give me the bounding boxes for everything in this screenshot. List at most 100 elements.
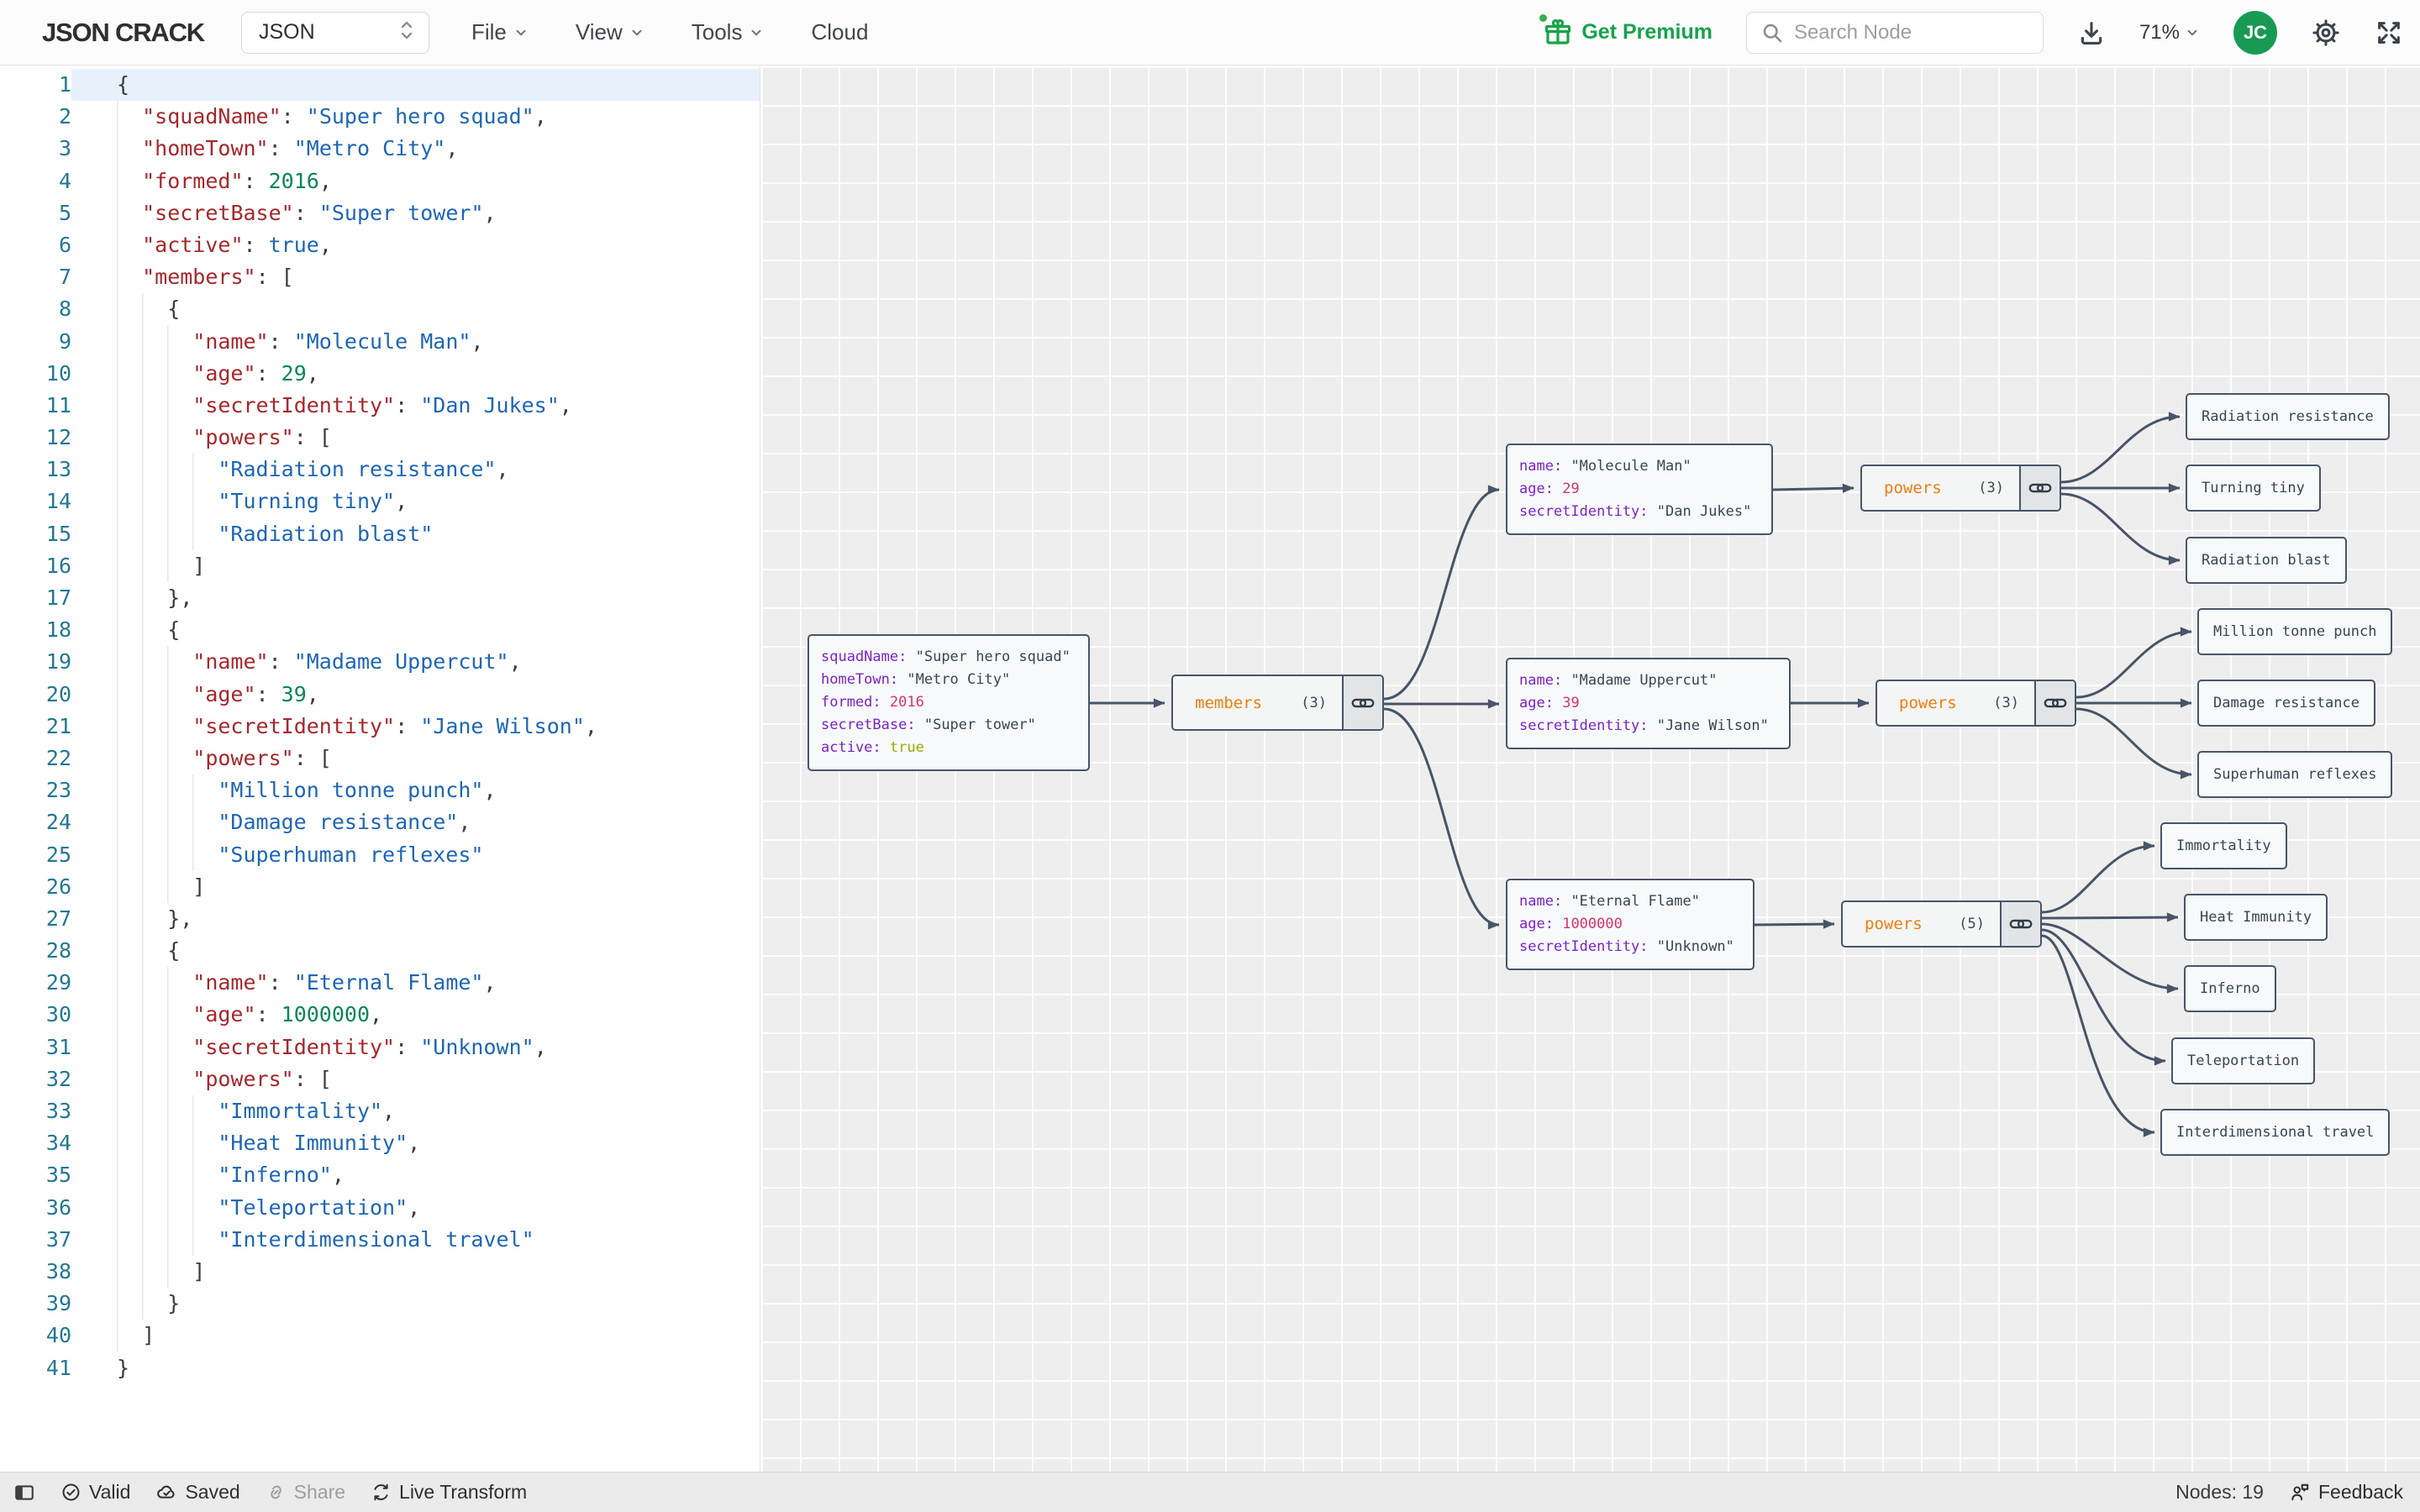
editor-line[interactable]: 20 "age": 39, — [0, 678, 760, 711]
node-row: squadName: "Super hero squad" — [821, 648, 1071, 665]
graph-node-powers-3[interactable]: powers (5) — [1841, 900, 2042, 948]
editor-line[interactable]: 28 { — [0, 935, 760, 968]
editor-line[interactable]: 10 "age": 29, — [0, 357, 760, 390]
graph-node-member-2[interactable]: name: "Madame Uppercut" age: 39 secretIden… — [1506, 658, 1791, 749]
graph-leaf[interactable]: Damage resistance — [2197, 680, 2375, 727]
editor-line[interactable]: 39 } — [0, 1288, 760, 1320]
editor-line[interactable]: 40 ] — [0, 1320, 760, 1352]
editor-line[interactable]: 12 "powers": [ — [0, 422, 760, 454]
graph-leaf[interactable]: Teleportation — [2171, 1037, 2316, 1084]
editor-line[interactable]: 35 "Inferno", — [0, 1159, 760, 1192]
editor-line[interactable]: 27 }, — [0, 902, 760, 936]
menu-cloud[interactable]: Cloud — [811, 19, 868, 45]
graph-node-powers-1[interactable]: powers (3) — [1860, 465, 2061, 512]
editor-line[interactable]: 38 ] — [0, 1255, 760, 1289]
graph-node-member-3[interactable]: name: "Eternal Flame" age: 1000000 secretI… — [1506, 879, 1754, 970]
status-share[interactable]: Share — [266, 1481, 345, 1504]
editor-line[interactable]: 13 "Radiation resistance", — [0, 454, 760, 486]
array-label: members — [1195, 693, 1263, 712]
graph-leaf[interactable]: Superhuman reflexes — [2197, 751, 2393, 798]
search-input[interactable] — [1791, 19, 2029, 45]
maximize-icon — [2378, 21, 2400, 44]
graph-leaf[interactable]: Turning tiny — [2186, 465, 2321, 512]
editor-line[interactable]: 8 { — [0, 293, 760, 326]
editor-line[interactable]: 24 "Damage resistance", — [0, 806, 760, 839]
feedback-button[interactable]: Feedback — [2289, 1481, 2403, 1504]
editor-line[interactable]: 41} — [0, 1352, 760, 1384]
editor-line[interactable]: 4 "formed": 2016, — [0, 165, 760, 197]
editor-line[interactable]: 32 "powers": [ — [0, 1063, 760, 1096]
editor-line[interactable]: 3 "homeTown": "Metro City", — [0, 133, 760, 165]
status-bar-right: Nodes: 19 Feedback — [2175, 1481, 2403, 1504]
editor-line[interactable]: 22 "powers": [ — [0, 742, 760, 775]
editor-line[interactable]: 7 "members": [ — [0, 261, 760, 294]
editor-line[interactable]: 16 ] — [0, 549, 760, 583]
menu-view[interactable]: View — [576, 19, 644, 45]
menu-tools[interactable]: Tools — [692, 19, 765, 45]
graph-node-root[interactable]: squadName: "Super hero squad" homeTown: "… — [808, 634, 1090, 771]
node-row: formed: 2016 — [821, 694, 924, 711]
node-row: secretIdentity: "Jane Wilson" — [1519, 717, 1769, 734]
fullscreen-button[interactable] — [2375, 18, 2403, 47]
status-valid[interactable]: Valid — [60, 1481, 130, 1504]
editor-line[interactable]: 17 }, — [0, 582, 760, 615]
editor-line[interactable]: 30 "age": 1000000, — [0, 999, 760, 1032]
graph-leaf[interactable]: Radiation blast — [2186, 537, 2347, 584]
editor-line[interactable]: 21 "secretIdentity": "Jane Wilson", — [0, 710, 760, 743]
avatar[interactable]: JC — [2233, 10, 2277, 55]
toggle-editor-panel-button[interactable] — [13, 1482, 35, 1504]
graph-canvas[interactable]: squadName: "Super hero squad" homeTown: "… — [761, 66, 2420, 1472]
zoom-level-value: 71% — [2139, 20, 2180, 44]
status-saved[interactable]: Saved — [155, 1481, 240, 1504]
chevron-down-icon — [751, 29, 761, 36]
graph-leaf[interactable]: Heat Immunity — [2184, 894, 2328, 941]
editor-line[interactable]: 29 "name": "Eternal Flame", — [0, 967, 760, 1000]
editor-line[interactable]: 14 "Turning tiny", — [0, 486, 760, 518]
graph-node-member-1[interactable]: name: "Molecule Man" age: 29 secretIdentit… — [1506, 444, 1773, 535]
settings-button[interactable] — [2311, 18, 2341, 48]
zoom-level-control[interactable]: 71% — [2139, 21, 2200, 45]
node-row: homeTown: "Metro City" — [821, 671, 1011, 688]
menu-file[interactable]: File — [471, 19, 529, 45]
editor-line[interactable]: 9 "name": "Molecule Man", — [0, 325, 760, 358]
graph-leaf[interactable]: Million tonne punch — [2197, 608, 2393, 655]
graph-leaf[interactable]: Immortality — [2160, 822, 2287, 869]
link-icon — [270, 1485, 281, 1499]
editor-line[interactable]: 11 "secretIdentity": "Dan Jukes", — [0, 389, 760, 423]
format-select-value: JSON — [258, 20, 315, 44]
graph-node-powers-2[interactable]: powers (3) — [1876, 680, 2076, 727]
editor-line[interactable]: 36 "Teleportation", — [0, 1191, 760, 1224]
editor-line[interactable]: 18 { — [0, 614, 760, 647]
editor-line[interactable]: 33 "Immortality", — [0, 1095, 760, 1128]
editor-line[interactable]: 2 "squadName": "Super hero squad", — [0, 101, 760, 134]
editor-line[interactable]: 37 "Interdimensional travel" — [0, 1223, 760, 1256]
editor-line[interactable]: 26 ] — [0, 870, 760, 903]
editor-line[interactable]: 19 "name": "Madame Uppercut", — [0, 646, 760, 679]
editor-line[interactable]: 5 "secretBase": "Super tower", — [0, 197, 760, 229]
array-label: powers — [1884, 479, 1942, 497]
editor-line[interactable]: 23 "Million tonne punch", — [0, 774, 760, 807]
node-row: age: 29 — [1519, 480, 1580, 497]
app-logo[interactable]: JSON CRACK — [42, 18, 205, 48]
graph-leaf[interactable]: Interdimensional travel — [2160, 1109, 2391, 1156]
graph-leaf[interactable]: Radiation resistance — [2186, 393, 2390, 440]
get-premium-button[interactable]: Get Premium — [1539, 13, 1712, 48]
graph-node-members[interactable]: members (3) — [1171, 675, 1384, 731]
collapse-toggle-button[interactable] — [2019, 466, 2060, 510]
graph-leaf[interactable]: Inferno — [2184, 965, 2276, 1012]
editor-line[interactable]: 25 "Superhuman reflexes" — [0, 838, 760, 871]
editor-line[interactable]: 34 "Heat Immunity", — [0, 1127, 760, 1160]
format-select[interactable]: JSON — [240, 11, 429, 54]
editor-line[interactable]: 15 "Radiation blast" — [0, 517, 760, 550]
notification-dot — [1539, 13, 1548, 22]
collapse-toggle-button[interactable] — [1342, 676, 1382, 729]
array-count: (5) — [1959, 916, 1985, 932]
status-live-transform[interactable]: Live Transform — [371, 1481, 527, 1504]
json-editor[interactable]: 1{2 "squadName": "Super hero squad", 3 "h… — [0, 66, 760, 1472]
collapse-toggle-button[interactable] — [2000, 902, 2040, 946]
download-button[interactable] — [2077, 18, 2106, 47]
editor-line[interactable]: 6 "active": true, — [0, 228, 760, 262]
editor-line[interactable]: 31 "secretIdentity": "Unknown", — [0, 1031, 760, 1063]
collapse-toggle-button[interactable] — [2034, 681, 2075, 725]
editor-line[interactable]: 1{ — [0, 69, 760, 102]
